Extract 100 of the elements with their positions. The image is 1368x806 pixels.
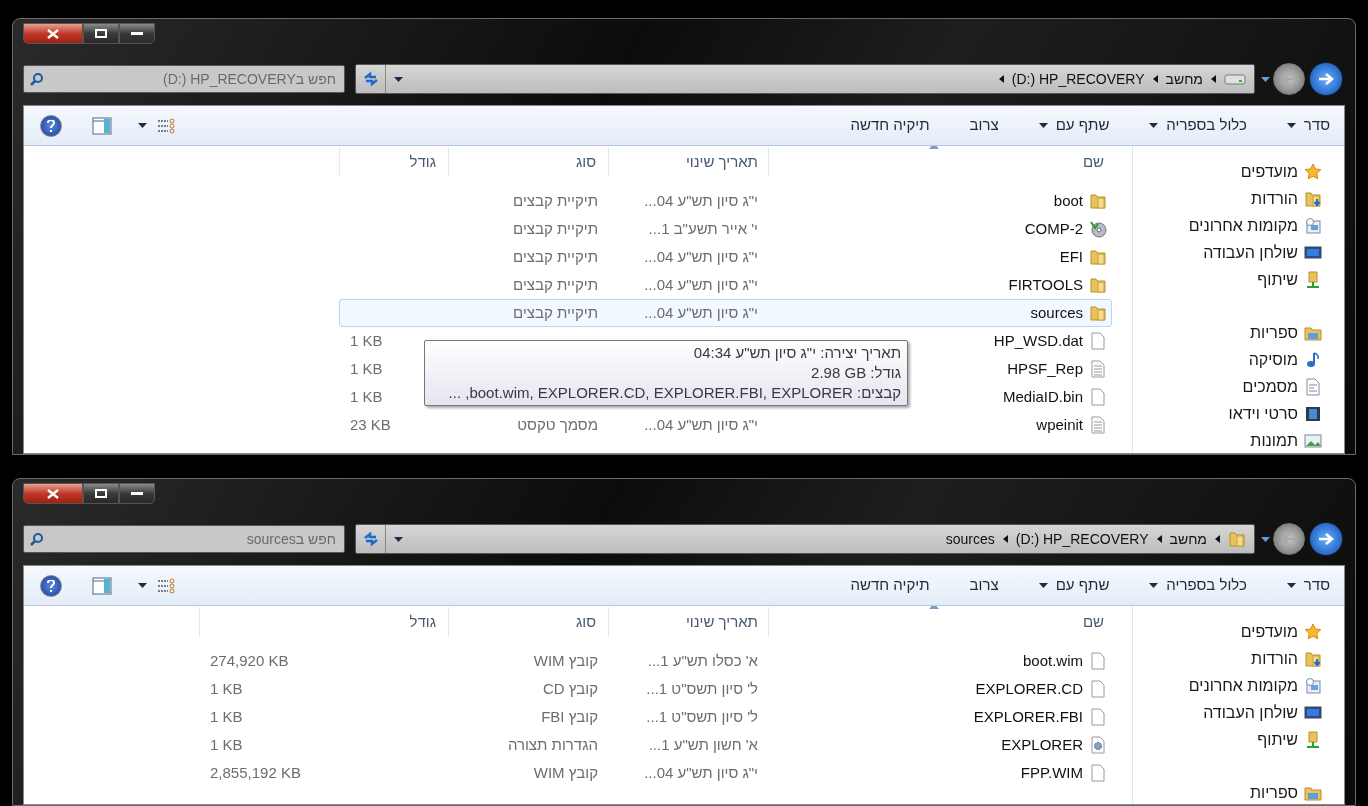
sidebar-item[interactable]: שיתוף <box>1133 266 1322 293</box>
search-icon <box>30 532 44 546</box>
column-header[interactable]: סוג <box>449 607 609 637</box>
column-header[interactable]: תאריך שינוי <box>609 607 769 637</box>
text-file-icon <box>1089 416 1107 434</box>
minimize-button[interactable] <box>119 483 155 504</box>
sidebar-item[interactable]: סרטי וידאו <box>1133 400 1322 427</box>
help-button[interactable] <box>40 574 62 597</box>
file-name[interactable]: MediaID.bin <box>1002 385 1083 409</box>
caret-icon <box>138 583 147 588</box>
arrow-icon <box>1281 532 1297 546</box>
date-cell: ל' סיון תשס"ט 1... <box>646 707 758 725</box>
file-name[interactable]: EXPLORER.CD <box>975 677 1083 701</box>
question-mark-icon <box>47 579 55 592</box>
toolbar-button[interactable]: שתף עם <box>1038 574 1110 597</box>
file-name[interactable]: FPP.WIM <box>1020 761 1083 785</box>
file-name[interactable]: boot <box>1053 189 1083 213</box>
preview-pane-icon <box>92 576 112 595</box>
downloads-folder-icon <box>1304 649 1322 668</box>
maximize-icon <box>95 29 107 38</box>
sidebar-item[interactable]: שולחן העבודה <box>1133 699 1322 726</box>
file-icon <box>1089 388 1107 406</box>
recent-places-icon <box>1304 216 1322 235</box>
folder-icon <box>1089 304 1107 322</box>
sidebar-item[interactable]: מסמכים <box>1133 373 1322 400</box>
size-cell-text: 1 KB <box>350 330 383 351</box>
date-cell: א' חשון תש"ע 1... <box>648 735 758 753</box>
folder-icon <box>1089 276 1107 294</box>
file-icon <box>1089 332 1107 350</box>
toolbar-button[interactable]: סדר <box>1286 114 1330 137</box>
file-name[interactable]: sources <box>1030 301 1083 325</box>
maximize-button[interactable] <box>83 23 119 44</box>
breadcrumb[interactable]: sources <box>945 528 995 550</box>
sidebar-item[interactable]: מועדפים <box>1133 618 1322 645</box>
breadcrumb[interactable]: מחשב <box>1169 528 1207 550</box>
file-name[interactable]: FIRTOOLS <box>1008 273 1083 297</box>
type-cell: קובץ CD <box>542 679 598 697</box>
date-cell: י"ג סיון תש"ע 04... <box>644 763 758 781</box>
file-name[interactable]: wpeinit <box>1036 413 1083 437</box>
size-cell-text: 274,920 KB <box>210 650 289 671</box>
breadcrumb[interactable]: מחשב <box>1165 68 1203 90</box>
help-button[interactable] <box>40 114 62 137</box>
preview-pane-icon <box>92 116 112 135</box>
arrow-icon <box>1318 72 1334 86</box>
toolbar-button[interactable]: צרוב <box>969 574 999 597</box>
sidebar-item[interactable]: הורדות <box>1133 645 1322 672</box>
forward-button[interactable] <box>1273 63 1305 95</box>
sidebar-item[interactable]: ספריות <box>1133 319 1322 346</box>
file-name[interactable]: COMP-2 <box>1024 217 1083 241</box>
drive-icon <box>1224 72 1246 86</box>
toolbar-button[interactable]: תיקיה חדשה <box>850 114 930 137</box>
breadcrumb[interactable]: (D:) HP_RECOVERY <box>1011 68 1145 90</box>
column-header[interactable]: סוג <box>449 147 609 177</box>
toolbar-button[interactable]: תיקיה חדשה <box>850 574 930 597</box>
back-button[interactable] <box>1309 522 1343 556</box>
size-cell-text: 1 KB <box>210 678 243 699</box>
view-menu-button[interactable] <box>138 577 177 594</box>
sidebar-item[interactable]: שולחן העבודה <box>1133 239 1322 266</box>
minimize-icon <box>131 491 143 496</box>
question-mark-icon <box>47 119 55 132</box>
recent-places-icon <box>1304 676 1322 695</box>
file-name[interactable]: EXPLORER <box>1001 733 1083 757</box>
file-name[interactable]: HP_WSD.dat <box>993 329 1083 353</box>
toolbar-button[interactable]: שתף עם <box>1038 114 1110 137</box>
sidebar-item[interactable]: מקומות אחרונים <box>1133 212 1322 239</box>
maximize-button[interactable] <box>83 483 119 504</box>
sidebar-item[interactable]: הורדות <box>1133 185 1322 212</box>
minimize-button[interactable] <box>119 23 155 44</box>
forward-button[interactable] <box>1273 523 1305 555</box>
column-header[interactable]: שם <box>769 147 1112 177</box>
toolbar-button[interactable]: צרוב <box>969 114 999 137</box>
close-button[interactable] <box>23 23 83 44</box>
column-header[interactable]: גודל <box>339 147 449 177</box>
file-name[interactable]: EFI <box>1059 245 1083 269</box>
type-cell: תיקיית קבצים <box>513 247 598 265</box>
column-header[interactable]: שם <box>769 607 1112 637</box>
breadcrumb[interactable]: (D:) HP_RECOVERY <box>1015 528 1149 550</box>
sidebar-item[interactable]: מועדפים <box>1133 158 1322 185</box>
sidebar-item[interactable]: מוסיקה <box>1133 346 1322 373</box>
toolbar-button[interactable]: כלול בספריה <box>1149 114 1247 137</box>
back-button[interactable] <box>1309 62 1343 96</box>
caret-icon <box>393 76 403 82</box>
file-name[interactable]: EXPLORER.FBI <box>973 705 1083 729</box>
type-cell: קובץ WIM <box>533 651 598 669</box>
toolbar-button[interactable]: סדר <box>1286 574 1330 597</box>
toolbar-button[interactable]: כלול בספריה <box>1149 574 1247 597</box>
file-name[interactable]: boot.wim <box>1022 649 1083 673</box>
size-cell-text: 1 KB <box>210 706 243 727</box>
folder-icon <box>1228 530 1246 548</box>
search-field[interactable]: sourcesחפש ב <box>23 525 345 553</box>
close-button[interactable] <box>23 483 83 504</box>
view-menu-button[interactable] <box>138 117 177 134</box>
sidebar-item[interactable]: תמונות <box>1133 427 1322 453</box>
sidebar-item[interactable]: שיתוף <box>1133 726 1322 753</box>
column-header[interactable]: גודל <box>199 607 449 637</box>
sidebar-item[interactable]: מקומות אחרונים <box>1133 672 1322 699</box>
file-name[interactable]: HPSF_Rep <box>1007 357 1083 381</box>
sidebar-item[interactable]: ספריות <box>1133 779 1322 804</box>
search-field[interactable]: (D:) HP_RECOVERYחפש ב <box>23 65 345 93</box>
column-header[interactable]: תאריך שינוי <box>609 147 769 177</box>
